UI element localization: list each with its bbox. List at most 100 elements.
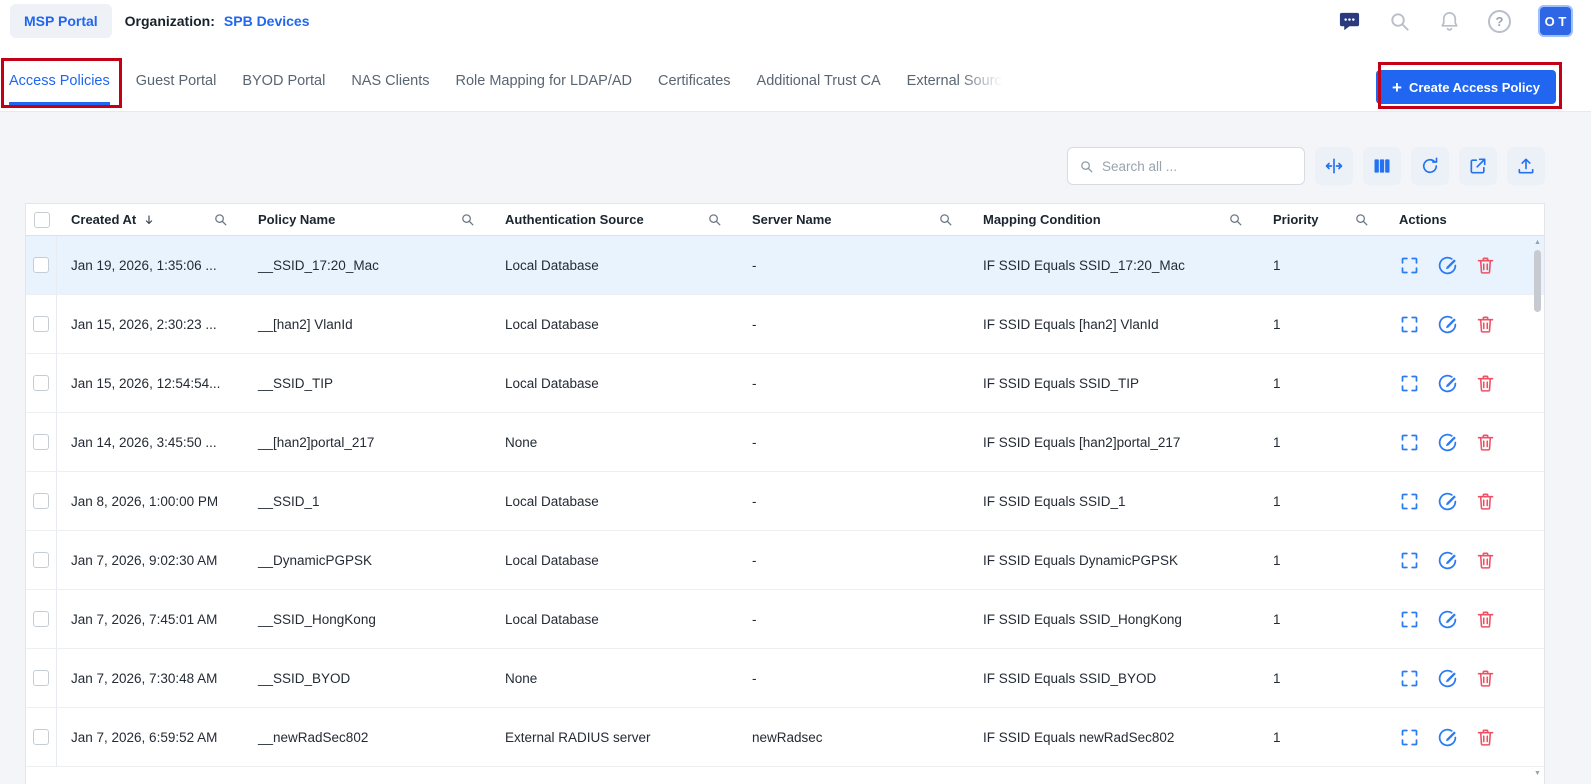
expand-policy-button[interactable] [1399, 314, 1420, 335]
expand-policy-button[interactable] [1399, 432, 1420, 453]
upload-icon [1516, 156, 1536, 176]
table-row[interactable]: Jan 7, 2026, 7:45:01 AM __SSID_HongKong … [26, 590, 1544, 649]
column-server-name[interactable]: Server Name [738, 204, 969, 235]
row-checkbox[interactable] [33, 434, 49, 450]
edit-policy-button[interactable] [1437, 314, 1458, 335]
delete-policy-button[interactable] [1475, 314, 1496, 335]
delete-policy-button[interactable] [1475, 550, 1496, 571]
created-at-search-icon[interactable] [213, 212, 228, 227]
cell-auth-source: External RADIUS server [505, 729, 651, 745]
open-external-button[interactable] [1459, 147, 1497, 185]
delete-policy-button[interactable] [1475, 373, 1496, 394]
cell-auth-source: None [505, 434, 538, 450]
messages-icon[interactable] [1338, 10, 1361, 33]
edit-policy-button[interactable] [1437, 668, 1458, 689]
select-all-checkbox[interactable] [33, 211, 50, 228]
edit-policy-button[interactable] [1437, 491, 1458, 512]
row-checkbox[interactable] [33, 316, 49, 332]
policy-name-search-icon[interactable] [460, 212, 475, 227]
tab-certificates[interactable]: Certificates [658, 73, 731, 105]
cell-policy-name: __SSID_1 [258, 493, 320, 509]
delete-policy-button[interactable] [1475, 668, 1496, 689]
notifications-bell-icon[interactable] [1438, 10, 1461, 33]
table-row[interactable]: Jan 19, 2026, 1:35:06 ... __SSID_17:20_M… [26, 236, 1544, 295]
expand-policy-button[interactable] [1399, 609, 1420, 630]
refresh-button[interactable] [1411, 147, 1449, 185]
columns-settings-button[interactable] [1363, 147, 1401, 185]
cell-created-at: Jan 19, 2026, 1:35:06 ... [71, 257, 217, 273]
expand-policy-button[interactable] [1399, 373, 1420, 394]
cell-policy-name: __[han2] VlanId [258, 316, 353, 332]
search-input[interactable] [1102, 158, 1293, 174]
tab-bar: Access Policies Guest Portal BYOD Portal… [0, 42, 1591, 112]
edit-policy-button[interactable] [1437, 727, 1458, 748]
tab-access-policies[interactable]: Access Policies [9, 73, 110, 105]
column-policy-name[interactable]: Policy Name [244, 204, 491, 235]
server-name-search-icon[interactable] [938, 212, 953, 227]
edit-policy-button[interactable] [1437, 609, 1458, 630]
mapping-condition-search-icon[interactable] [1228, 212, 1243, 227]
edit-policy-button[interactable] [1437, 550, 1458, 571]
tab-external-source[interactable]: External Source [907, 73, 1010, 105]
trash-icon [1475, 432, 1496, 453]
row-checkbox[interactable] [33, 729, 49, 745]
scroll-up-icon[interactable]: ▲ [1534, 239, 1541, 246]
table-row[interactable]: Jan 14, 2026, 3:45:50 ... __[han2]portal… [26, 413, 1544, 472]
table-scrollbar[interactable]: ▲ ▼ [1532, 237, 1543, 779]
delete-policy-button[interactable] [1475, 727, 1496, 748]
msp-portal-button[interactable]: MSP Portal [10, 4, 112, 38]
auth-source-search-icon[interactable] [707, 212, 722, 227]
avatar[interactable]: O T [1538, 5, 1573, 37]
trash-icon [1475, 609, 1496, 630]
cell-priority: 1 [1273, 257, 1281, 273]
edit-policy-button[interactable] [1437, 432, 1458, 453]
sort-desc-icon[interactable] [142, 213, 156, 227]
delete-policy-button[interactable] [1475, 432, 1496, 453]
priority-search-icon[interactable] [1354, 212, 1369, 227]
delete-policy-button[interactable] [1475, 255, 1496, 276]
scrollbar-thumb[interactable] [1534, 250, 1541, 312]
tab-additional-trust-ca[interactable]: Additional Trust CA [757, 73, 881, 105]
delete-policy-button[interactable] [1475, 609, 1496, 630]
row-checkbox[interactable] [33, 670, 49, 686]
edit-policy-button[interactable] [1437, 373, 1458, 394]
row-checkbox[interactable] [33, 611, 49, 627]
upload-export-button[interactable] [1507, 147, 1545, 185]
scroll-down-icon[interactable]: ▼ [1534, 770, 1541, 777]
row-checkbox[interactable] [33, 375, 49, 391]
expand-policy-button[interactable] [1399, 550, 1420, 571]
cell-mapping-condition: IF SSID Equals SSID_HongKong [983, 611, 1182, 627]
global-search-icon[interactable] [1388, 10, 1411, 33]
table-row[interactable]: Jan 15, 2026, 2:30:23 ... __[han2] VlanI… [26, 295, 1544, 354]
column-authentication-source[interactable]: Authentication Source [491, 204, 738, 235]
expand-policy-button[interactable] [1399, 491, 1420, 512]
delete-policy-button[interactable] [1475, 491, 1496, 512]
help-icon[interactable]: ? [1488, 9, 1511, 33]
table-row[interactable]: Jan 7, 2026, 6:59:52 AM __newRadSec802 E… [26, 708, 1544, 767]
table-row[interactable]: Jan 7, 2026, 7:30:48 AM __SSID_BYOD None… [26, 649, 1544, 708]
edit-policy-button[interactable] [1437, 255, 1458, 276]
organization-name-link[interactable]: SPB Devices [224, 13, 310, 29]
column-created-at[interactable]: Created At [57, 204, 244, 235]
cell-server-name: - [752, 670, 757, 686]
tab-nas-clients[interactable]: NAS Clients [351, 73, 429, 105]
tab-role-mapping-ldap-ad[interactable]: Role Mapping for LDAP/AD [456, 73, 633, 105]
tab-guest-portal[interactable]: Guest Portal [136, 73, 217, 105]
row-checkbox[interactable] [33, 257, 49, 273]
trash-icon [1475, 373, 1496, 394]
row-checkbox[interactable] [33, 552, 49, 568]
column-priority[interactable]: Priority [1259, 204, 1385, 235]
create-access-policy-button[interactable]: + Create Access Policy [1376, 70, 1556, 104]
table-row[interactable]: Jan 15, 2026, 12:54:54... __SSID_TIP Loc… [26, 354, 1544, 413]
expand-policy-button[interactable] [1399, 727, 1420, 748]
table-row[interactable]: Jan 8, 2026, 1:00:00 PM __SSID_1 Local D… [26, 472, 1544, 531]
row-checkbox[interactable] [33, 493, 49, 509]
expand-policy-button[interactable] [1399, 255, 1420, 276]
column-mapping-condition[interactable]: Mapping Condition [969, 204, 1259, 235]
expand-policy-button[interactable] [1399, 668, 1420, 689]
cell-server-name: - [752, 375, 757, 391]
table-row[interactable]: Jan 7, 2026, 9:02:30 AM __DynamicPGPSK L… [26, 531, 1544, 590]
tab-byod-portal[interactable]: BYOD Portal [242, 73, 325, 105]
edit-icon [1437, 373, 1458, 394]
column-resize-button[interactable] [1315, 147, 1353, 185]
